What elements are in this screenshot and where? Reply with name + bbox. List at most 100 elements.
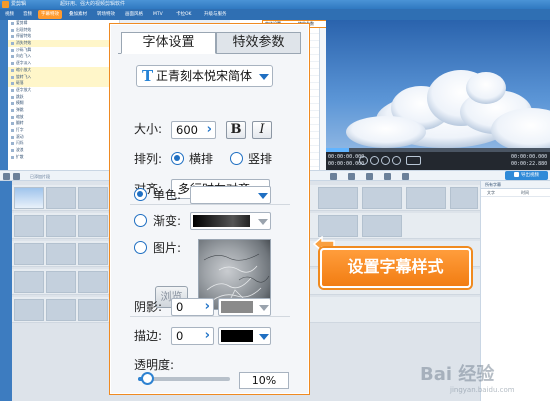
timeline-clip[interactable] bbox=[406, 187, 446, 209]
timeline-clip[interactable] bbox=[318, 215, 358, 237]
chevron-down-icon bbox=[259, 305, 269, 311]
tree-item[interactable]: 闪烁 bbox=[8, 140, 119, 147]
prev-frame-button[interactable] bbox=[359, 156, 368, 165]
tab-effect-params[interactable]: 特效参数 bbox=[216, 32, 301, 54]
timeline-clip[interactable] bbox=[78, 299, 108, 321]
stroke-color-select[interactable] bbox=[218, 327, 271, 345]
fit-icon[interactable] bbox=[348, 173, 355, 180]
single-color-swatch bbox=[193, 189, 250, 201]
italic-button[interactable]: I bbox=[252, 121, 272, 139]
tree-item[interactable]: 波浪 bbox=[8, 147, 119, 154]
timeline-clip[interactable] bbox=[450, 187, 478, 209]
color-single-radio[interactable] bbox=[134, 188, 147, 201]
tree-item[interactable]: 打字 bbox=[8, 127, 119, 134]
tree-item[interactable]: 向右飞入 bbox=[8, 53, 119, 60]
layout-horizontal-radio[interactable] bbox=[171, 152, 184, 165]
menu-item[interactable]: 叠加素材 bbox=[66, 10, 90, 19]
export-video-button[interactable]: 导出视频 bbox=[505, 171, 548, 180]
cut-icon[interactable] bbox=[13, 173, 20, 180]
tab-font-settings[interactable]: 字体设置 bbox=[121, 32, 216, 54]
tree-item[interactable]: 跳跃 bbox=[8, 94, 119, 101]
gradient-select[interactable] bbox=[190, 212, 271, 230]
menu-item[interactable]: 音频 bbox=[20, 10, 35, 19]
menu-item[interactable]: MTV bbox=[150, 10, 166, 19]
timeline-clip[interactable] bbox=[78, 187, 108, 209]
column-text: 文字 bbox=[487, 190, 495, 195]
tree-item[interactable]: 沙砾飞舞 bbox=[8, 47, 119, 54]
tree-item[interactable]: 模糊 bbox=[8, 100, 119, 107]
tree-item[interactable]: 逐字放大 bbox=[8, 87, 119, 94]
stop-button[interactable] bbox=[381, 156, 390, 165]
timeline-side-tabs bbox=[0, 181, 12, 401]
timeline-clip[interactable] bbox=[46, 299, 76, 321]
undo-icon[interactable] bbox=[366, 173, 373, 180]
timeline-clip[interactable] bbox=[14, 243, 44, 265]
subtitle-list-header: 所有字幕 bbox=[481, 181, 550, 189]
play-button[interactable] bbox=[370, 156, 379, 165]
font-family-select[interactable]: T 正青刻本悦宋简体 bbox=[136, 65, 273, 87]
timeline-clip[interactable] bbox=[362, 187, 402, 209]
tree-item[interactable]: 逐字淡入 bbox=[8, 60, 119, 67]
tree-item[interactable]: 旋转飞入 bbox=[8, 73, 119, 81]
timeline-clip[interactable] bbox=[362, 215, 402, 237]
tree-item[interactable]: 弹跳 bbox=[8, 107, 119, 114]
app-logo-icon bbox=[2, 1, 9, 8]
player-controls: 00:00:00.000 00:00:00.000 00:00:00.000 0… bbox=[326, 152, 550, 170]
color-image-radio[interactable] bbox=[134, 241, 147, 254]
timeline-clip[interactable] bbox=[78, 243, 108, 265]
video-preview bbox=[326, 20, 550, 152]
stroke-label: 描边: bbox=[134, 329, 163, 343]
opacity-slider-thumb[interactable] bbox=[141, 372, 155, 385]
tree-item[interactable]: 停留特效 bbox=[8, 33, 119, 40]
timeline-clip[interactable] bbox=[14, 187, 44, 209]
single-color-select[interactable] bbox=[190, 186, 271, 204]
tree-item[interactable]: 缩放 bbox=[8, 114, 119, 121]
timeline-clip[interactable] bbox=[14, 271, 44, 293]
layout-label: 排列: bbox=[134, 152, 163, 166]
tree-item[interactable]: 砸落 bbox=[8, 80, 119, 87]
next-frame-button[interactable] bbox=[392, 156, 401, 165]
watermark-logo: Bai 经验 jingyan.baidu.com bbox=[420, 364, 548, 398]
timeline-clip[interactable] bbox=[14, 299, 44, 321]
color-image-label: 图片: bbox=[153, 241, 182, 255]
menu-item[interactable]: 卡拉OK bbox=[173, 10, 195, 19]
timeline-clip[interactable] bbox=[46, 243, 76, 265]
delete-icon[interactable] bbox=[402, 173, 409, 180]
chevron-right-icon[interactable]: › bbox=[205, 329, 210, 342]
tree-item[interactable]: 爱剪辑 bbox=[8, 20, 119, 27]
tree-item[interactable]: 出现特效 bbox=[8, 27, 119, 34]
stroke-size-field[interactable]: 0 › bbox=[171, 327, 214, 345]
tree-item[interactable]: 翻转 bbox=[8, 120, 119, 127]
menu-item[interactable]: 字幕特效 bbox=[38, 10, 62, 19]
volume-button[interactable] bbox=[406, 156, 421, 165]
layout-vertical-radio[interactable] bbox=[230, 152, 243, 165]
timeline-clip[interactable] bbox=[14, 215, 44, 237]
color-gradient-radio[interactable] bbox=[134, 214, 147, 227]
left-side-strip bbox=[0, 20, 8, 170]
timeline-clip[interactable] bbox=[46, 271, 76, 293]
bold-button[interactable]: B bbox=[226, 121, 246, 139]
menu-item[interactable]: 升级与服务 bbox=[201, 10, 230, 19]
add-icon[interactable] bbox=[3, 173, 10, 180]
shadow-size-field[interactable]: 0 › bbox=[171, 298, 214, 316]
menu-item[interactable]: 视频 bbox=[2, 10, 17, 19]
tree-item[interactable]: 缩小放大 bbox=[8, 66, 119, 74]
menu-item[interactable]: 画面风格 bbox=[122, 10, 146, 19]
timeline-clip[interactable] bbox=[46, 215, 76, 237]
zoom-icon[interactable] bbox=[330, 173, 337, 180]
divider bbox=[130, 204, 290, 205]
opacity-value-field[interactable]: 10% bbox=[239, 372, 289, 389]
redo-icon[interactable] bbox=[384, 173, 391, 180]
tree-item[interactable]: 消失特效 bbox=[8, 40, 119, 47]
chevron-right-icon[interactable]: › bbox=[207, 123, 212, 136]
font-size-field[interactable]: 600 › bbox=[171, 121, 216, 139]
tree-item[interactable]: 扩散 bbox=[8, 154, 119, 161]
timeline-clip[interactable] bbox=[78, 215, 108, 237]
timeline-clip[interactable] bbox=[318, 187, 358, 209]
shadow-color-select[interactable] bbox=[218, 298, 271, 316]
timeline-clip[interactable] bbox=[78, 271, 108, 293]
chevron-right-icon[interactable]: › bbox=[205, 300, 210, 313]
timeline-clip[interactable] bbox=[46, 187, 76, 209]
tree-item[interactable]: 滚动 bbox=[8, 134, 119, 141]
menu-item[interactable]: 转场特效 bbox=[94, 10, 118, 19]
